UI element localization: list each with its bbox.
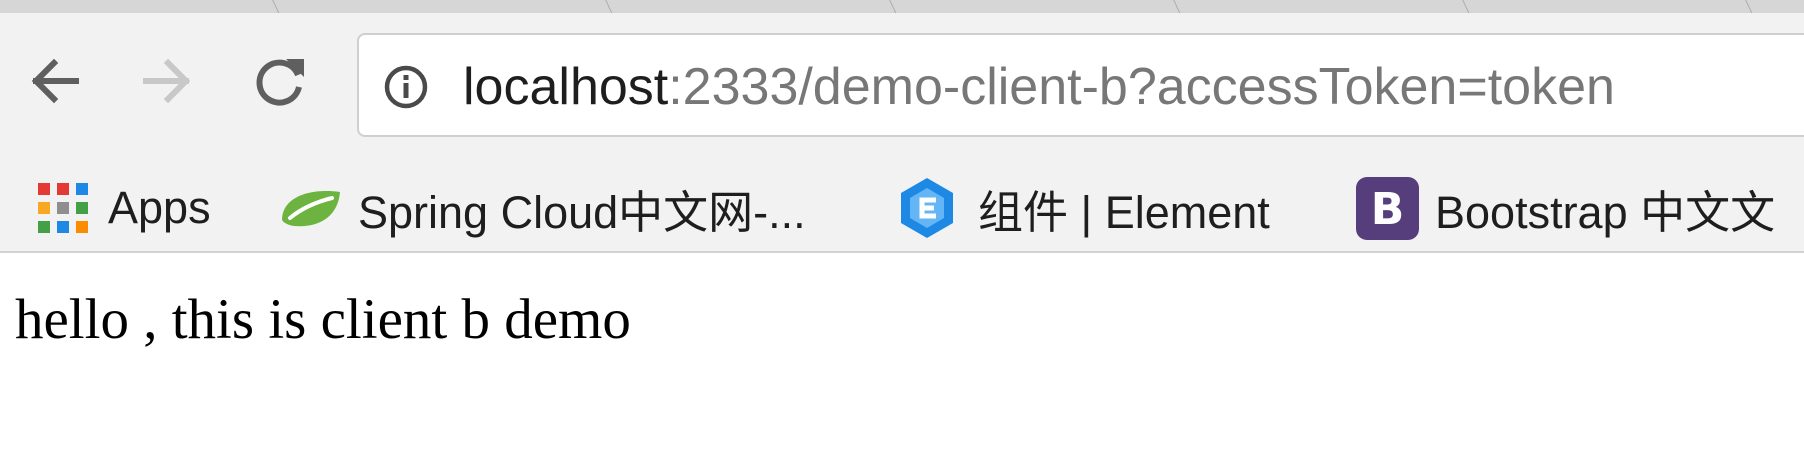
browser-toolbar: localhost:2333/demo-client-b?accessToken… bbox=[0, 13, 1804, 161]
tab-separator bbox=[1172, 0, 1181, 13]
bookmark-label: Spring Cloud中文网-... bbox=[358, 186, 806, 238]
element-logo-icon bbox=[901, 178, 953, 238]
bookmark-label: 组件 | Element bbox=[978, 186, 1270, 238]
bookmark-label: Bootstrap 中文文 bbox=[1435, 186, 1776, 238]
back-button[interactable] bbox=[24, 51, 84, 111]
bookmark-bootstrap[interactable]: B Bootstrap 中文文 bbox=[1356, 176, 1775, 240]
page-body-text: hello , this is client b demo bbox=[15, 288, 631, 351]
bookmark-apps[interactable]: Apps bbox=[36, 182, 211, 233]
address-bar[interactable]: localhost:2333/demo-client-b?accessToken… bbox=[357, 33, 1804, 137]
forward-button[interactable] bbox=[138, 51, 198, 111]
tab-separator bbox=[271, 0, 280, 13]
svg-text:B: B bbox=[1371, 184, 1405, 235]
url-text[interactable]: localhost:2333/demo-client-b?accessToken… bbox=[463, 57, 1615, 117]
url-path: :2333/demo-client-b?accessToken=token bbox=[668, 58, 1615, 116]
bookmarks-bar: Apps Spring Cloud中文网-... 组件 | Element B … bbox=[0, 161, 1804, 253]
apps-grid-icon bbox=[38, 183, 88, 233]
bookmark-element[interactable]: 组件 | Element bbox=[898, 178, 1270, 238]
spring-leaf-icon bbox=[282, 191, 340, 227]
tab-separator bbox=[1744, 0, 1753, 13]
bookmark-spring-cloud[interactable]: Spring Cloud中文网-... bbox=[278, 183, 806, 238]
back-arrow-icon bbox=[31, 58, 79, 104]
bootstrap-logo-icon: B bbox=[1356, 176, 1419, 240]
reload-icon bbox=[256, 59, 304, 106]
tab-separator bbox=[604, 0, 613, 13]
tab-separator bbox=[1461, 0, 1470, 13]
info-icon[interactable] bbox=[383, 64, 429, 110]
tab-strip bbox=[0, 0, 1804, 13]
bookmark-label: Apps bbox=[108, 182, 211, 233]
tab-separator bbox=[888, 0, 897, 13]
url-host: localhost bbox=[463, 58, 669, 116]
reload-button[interactable] bbox=[250, 51, 310, 111]
forward-arrow-icon bbox=[143, 58, 191, 104]
